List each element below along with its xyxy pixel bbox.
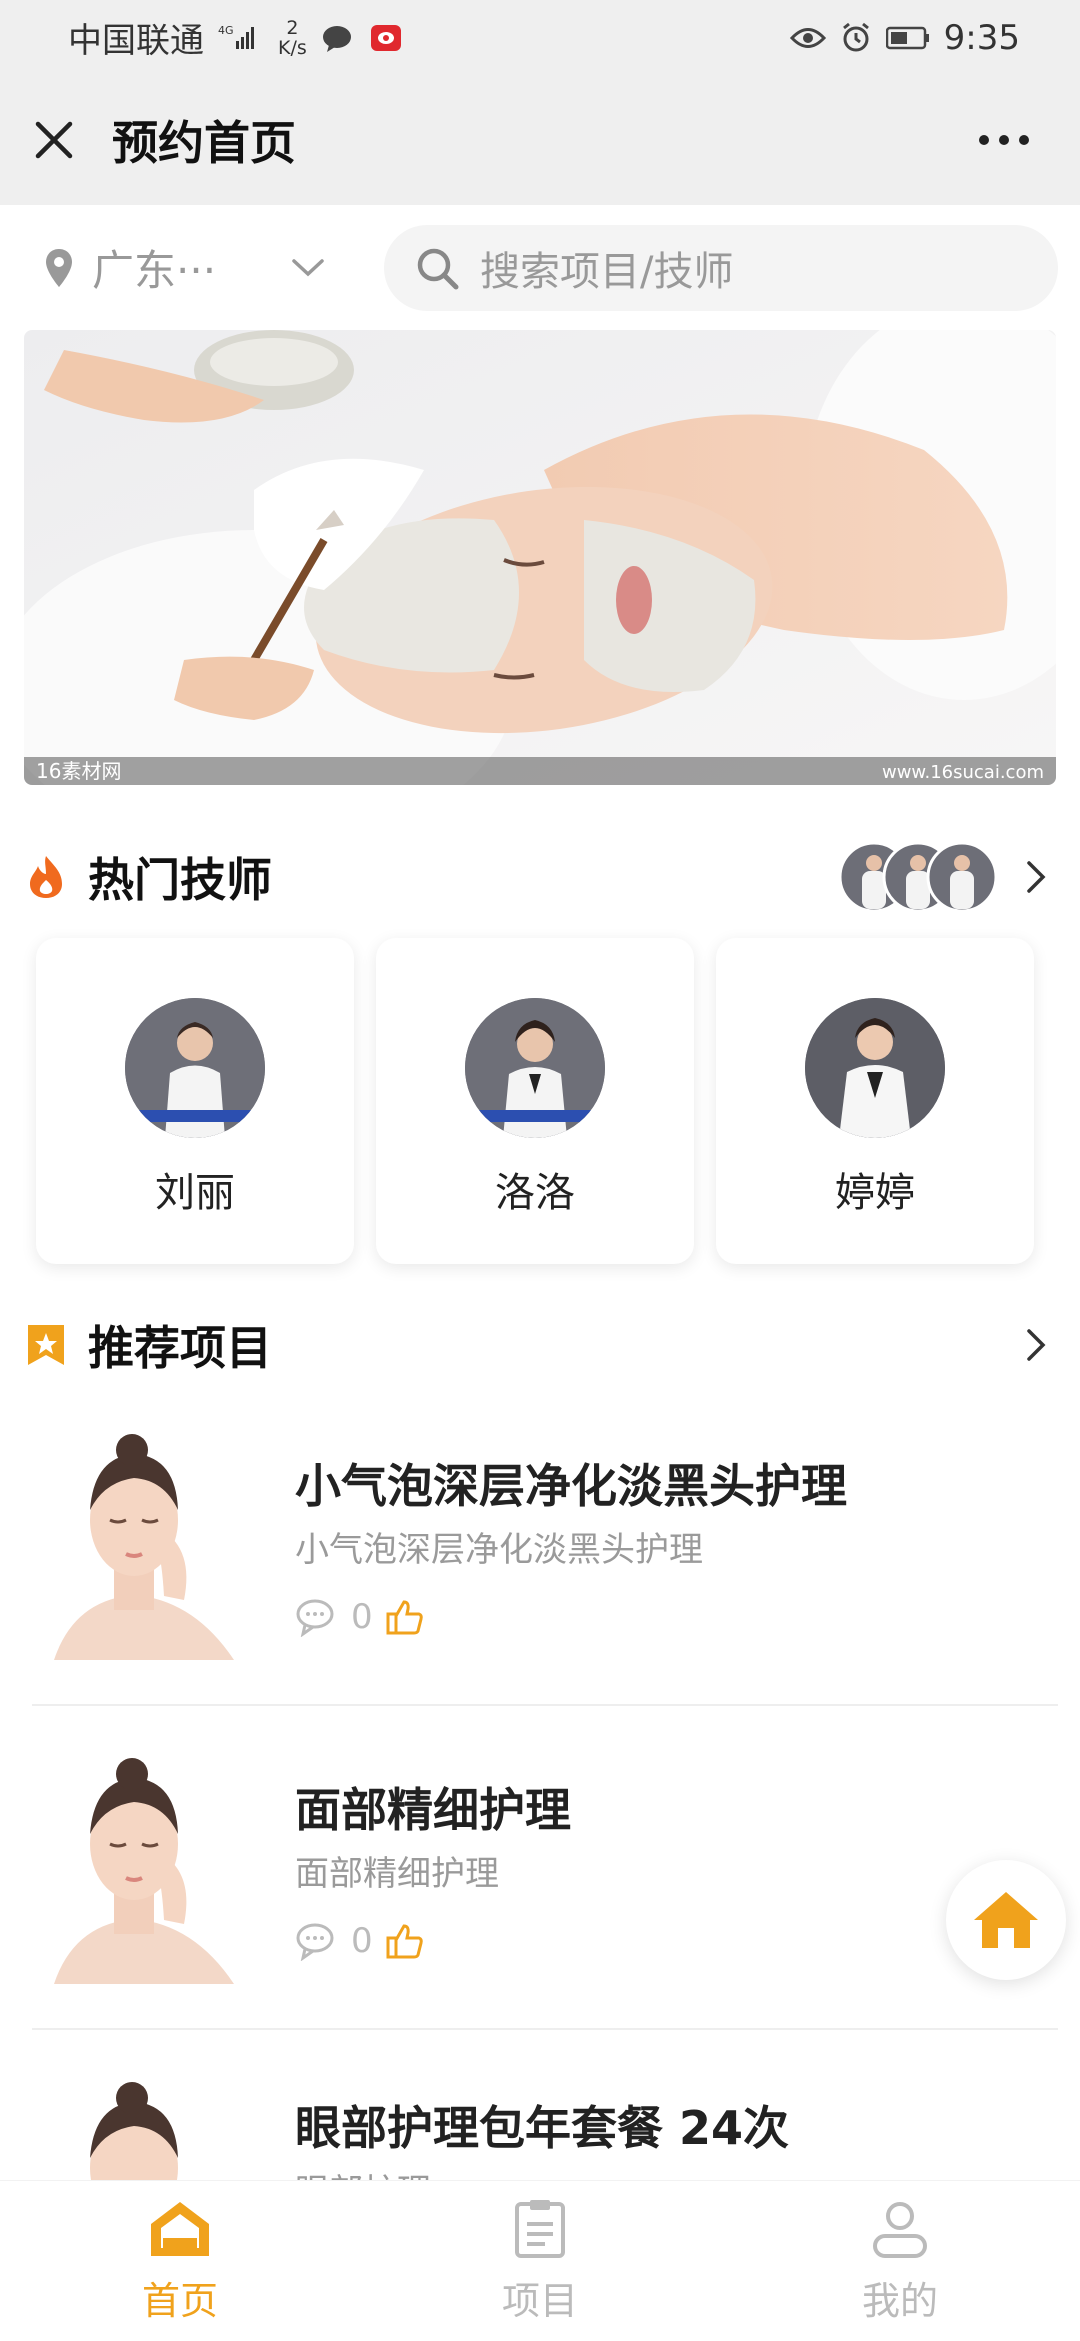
thumbs-up-icon[interactable] <box>385 1597 425 1637</box>
alarm-icon <box>840 22 872 54</box>
project-title: 眼部护理包年套餐 24次 <box>295 2101 790 2155</box>
tab-label: 首页 <box>141 2278 218 2323</box>
chevron-right-icon[interactable] <box>1016 1325 1056 1365</box>
tech-name: 洛洛 <box>495 1170 575 1216</box>
comment-icon[interactable] <box>295 1921 339 1961</box>
search-placeholder: 搜索项目/技师 <box>480 248 734 295</box>
tab-label: 我的 <box>861 2278 938 2323</box>
home-float-button[interactable] <box>946 1860 1066 1980</box>
avatar <box>805 998 945 1138</box>
title-bar: 预约首页 <box>0 75 1080 205</box>
page-title: 预约首页 <box>112 116 296 170</box>
comment-count: 0 <box>351 1597 373 1637</box>
status-left: 中国联通 4G 2 K/s <box>68 13 403 62</box>
watermark-left: 16素材网 <box>36 759 121 783</box>
facial-treatment-photo: 16素材网 www.16sucai.com <box>24 330 1056 785</box>
carrier-label: 中国联通 <box>68 21 204 61</box>
clipboard-icon <box>513 2198 567 2260</box>
tech-name: 刘丽 <box>155 1170 235 1216</box>
location-selector[interactable]: 广东··· <box>44 237 384 298</box>
project-thumbnail <box>44 1744 259 1984</box>
project-subtitle: 眼部护理 <box>295 2164 789 2180</box>
list-item[interactable]: 面部精细护理 面部精细护理 0 <box>30 1744 1056 2044</box>
tab-home[interactable]: 首页 <box>80 2198 280 2325</box>
tech-avatars-stack <box>838 841 998 913</box>
recommend-header[interactable]: 推荐项目 <box>26 1300 1056 1390</box>
bookmark-star-icon <box>26 1323 66 1367</box>
list-item[interactable]: 小气泡深层净化淡黑头护理 小气泡深层净化淡黑头护理 0 <box>30 1420 1056 1720</box>
tech-card[interactable]: 洛洛 <box>376 938 694 1264</box>
project-meta: 0 <box>295 1921 571 1961</box>
eye-icon <box>789 25 826 51</box>
divider <box>32 1704 1058 1706</box>
bottom-tab-bar: 首页 项目 我的 <box>0 2180 1080 2341</box>
project-thumbnail <box>44 2068 259 2180</box>
tech-list: 刘丽 洛洛 婷婷 <box>36 938 1046 1268</box>
project-subtitle: 小气泡深层净化淡黑头护理 <box>295 1530 703 1570</box>
net-speed: 2 K/s <box>278 18 307 58</box>
signal-icon: 4G <box>218 23 258 53</box>
project-info: 小气泡深层净化淡黑头护理 小气泡深层净化淡黑头护理 0 <box>295 1420 847 1720</box>
avatar <box>125 998 265 1138</box>
project-subtitle: 面部精细护理 <box>295 1854 499 1894</box>
hot-techs-title: 热门技师 <box>88 853 272 907</box>
tech-card[interactable]: 刘丽 <box>36 938 354 1264</box>
hot-techs-header[interactable]: 热门技师 <box>26 832 1056 922</box>
project-meta: 0 <box>295 1597 847 1637</box>
battery-icon <box>885 26 930 50</box>
project-info: 面部精细护理 面部精细护理 0 <box>295 1744 571 2044</box>
clock-time: 9:35 <box>943 17 1020 58</box>
weibo-icon <box>369 23 403 53</box>
recommend-title: 推荐项目 <box>88 1321 272 1375</box>
fire-icon <box>26 854 66 900</box>
wechat-icon <box>321 23 355 53</box>
project-info: 眼部护理包年套餐 24次 眼部护理 <box>295 2068 789 2180</box>
net-speed-unit: K/s <box>278 36 307 59</box>
location-label: 广东··· <box>92 246 217 295</box>
tab-mine[interactable]: 我的 <box>800 2198 1000 2325</box>
avatar <box>465 998 605 1138</box>
banner-image[interactable]: 16素材网 www.16sucai.com <box>24 330 1056 785</box>
svg-text:4G: 4G <box>218 24 234 37</box>
thumbs-up-icon[interactable] <box>385 1921 425 1961</box>
more-icon[interactable] <box>976 130 1032 150</box>
chevron-down-icon <box>290 257 326 279</box>
home-tab-icon <box>147 2198 213 2260</box>
divider <box>32 2028 1058 2030</box>
user-icon <box>869 2198 931 2260</box>
tech-card[interactable]: 婷婷 <box>716 938 1034 1264</box>
search-row: 广东··· 搜索项目/技师 <box>0 205 1080 330</box>
tech-name: 婷婷 <box>835 1170 915 1216</box>
location-pin-icon <box>44 247 74 289</box>
tab-projects[interactable]: 项目 <box>440 2198 640 2325</box>
comment-icon[interactable] <box>295 1597 339 1637</box>
status-right: 9:35 <box>789 17 1020 58</box>
project-thumbnail <box>44 1420 259 1660</box>
close-icon[interactable] <box>28 114 80 166</box>
list-item[interactable]: 眼部护理包年套餐 24次 眼部护理 <box>30 2068 1056 2180</box>
watermark-right: www.16sucai.com <box>882 762 1044 783</box>
home-icon <box>970 1888 1042 1952</box>
search-input[interactable]: 搜索项目/技师 <box>384 224 1058 311</box>
status-bar: 中国联通 4G 2 K/s 9:35 <box>0 0 1080 75</box>
comment-count: 0 <box>351 1921 373 1961</box>
tab-label: 项目 <box>501 2278 578 2323</box>
project-title: 面部精细护理 <box>295 1783 571 1837</box>
search-icon <box>414 245 460 291</box>
project-title: 小气泡深层净化淡黑头护理 <box>295 1459 847 1513</box>
chevron-right-icon[interactable] <box>1016 857 1056 897</box>
net-speed-value: 2 <box>286 16 299 39</box>
